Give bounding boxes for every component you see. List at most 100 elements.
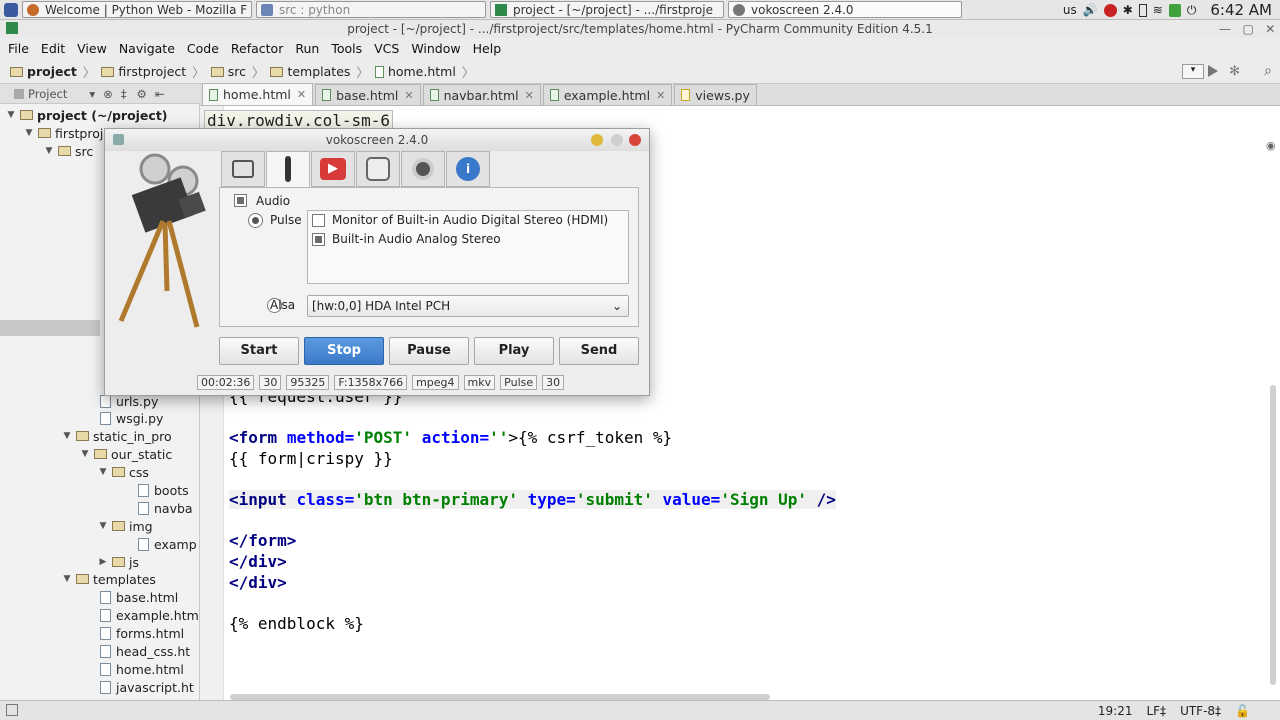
menu-refactor[interactable]: Refactor — [231, 41, 283, 56]
breadcrumb-item[interactable]: home.html 〉 — [374, 62, 474, 81]
tree-item[interactable]: home.html — [100, 660, 184, 678]
send-button[interactable]: Send — [559, 337, 639, 365]
tab-home-html[interactable]: home.html ✕ — [202, 83, 314, 105]
tree-item[interactable]: examp — [138, 535, 197, 553]
tree-item[interactable]: ▼ templates — [62, 570, 156, 588]
tab-about[interactable]: i — [446, 151, 490, 187]
start-button[interactable]: Start — [219, 337, 299, 365]
menu-view[interactable]: View — [77, 41, 107, 56]
line-separator[interactable]: LF‡ — [1146, 704, 1166, 718]
menu-help[interactable]: Help — [473, 41, 502, 56]
menu-edit[interactable]: Edit — [41, 41, 65, 56]
tree-item[interactable]: forms.html — [100, 624, 184, 642]
tree-item[interactable]: navba — [138, 499, 193, 517]
tab-audio[interactable] — [266, 151, 310, 187]
pause-button[interactable]: Pause — [389, 337, 469, 365]
chevron-down-icon[interactable]: ▼ — [80, 449, 90, 459]
run-config-dropdown[interactable]: ▾ — [1182, 64, 1204, 79]
chevron-down-icon[interactable]: ▼ — [62, 431, 72, 441]
pulse-radio[interactable] — [248, 213, 263, 228]
tree-item[interactable]: ▼ static_in_pro — [62, 427, 172, 445]
eye-icon[interactable]: ◉ — [1266, 139, 1276, 152]
device-checkbox[interactable] — [312, 233, 325, 246]
minimize-button[interactable] — [591, 134, 603, 146]
tab-navbar-html[interactable]: navbar.html ✕ — [422, 84, 541, 105]
task-src[interactable]: src : python — [256, 1, 486, 18]
debug-icon[interactable]: ✻ — [1229, 64, 1240, 79]
chevron-down-icon[interactable]: ▼ — [6, 110, 16, 120]
tree-item[interactable]: ▼ src — [44, 142, 94, 160]
shield-icon[interactable] — [1168, 3, 1181, 17]
menu-code[interactable]: Code — [187, 41, 219, 56]
play-button[interactable]: Play — [474, 337, 554, 365]
alsa-device-select[interactable]: [hw:0,0] HDA Intel PCH ⌄ — [307, 295, 629, 317]
bluetooth-icon[interactable]: ✱ — [1123, 3, 1133, 17]
stop-button[interactable]: Stop — [304, 337, 384, 365]
tab-example-html[interactable]: example.html ✕ — [542, 84, 673, 105]
breadcrumb-item[interactable]: templates 〉 — [270, 62, 369, 81]
tree-item[interactable]: ▶ js — [98, 553, 139, 571]
task-vokoscreen[interactable]: vokoscreen 2.4.0 — [728, 1, 962, 18]
vertical-scrollbar[interactable] — [1270, 385, 1276, 685]
tree-item[interactable]: wsgi.py — [100, 409, 163, 427]
breadcrumb-item[interactable]: firstproject 〉 — [101, 62, 205, 81]
close-button[interactable] — [629, 134, 641, 146]
menu-window[interactable]: Window — [411, 41, 460, 56]
project-panel-title[interactable]: Project — [28, 87, 67, 101]
tree-item[interactable]: ▼ project (~/project) — [6, 106, 168, 124]
hide-icon[interactable]: ⇤ — [155, 87, 165, 101]
menu-vcs[interactable]: VCS — [374, 41, 399, 56]
task-firefox[interactable]: Welcome | Python Web - Mozilla F — [22, 1, 252, 18]
tab-screen[interactable] — [221, 151, 265, 187]
chevron-down-icon[interactable]: ▼ — [44, 146, 54, 156]
close-icon[interactable]: ✕ — [656, 89, 665, 102]
battery-icon[interactable] — [1138, 3, 1147, 17]
clock[interactable]: 6:42 AM — [1210, 1, 1272, 19]
breadcrumb-item[interactable]: src 〉 — [210, 62, 264, 81]
tab-webcam[interactable] — [401, 151, 445, 187]
tool-windows-icon[interactable] — [6, 704, 18, 716]
record-indicator-icon[interactable] — [1103, 3, 1117, 17]
menu-file[interactable]: File — [8, 41, 29, 56]
power-icon[interactable]: ⏻ — [1187, 3, 1197, 18]
tree-item[interactable]: head_css.ht — [100, 642, 190, 660]
close-icon[interactable]: ✕ — [525, 89, 534, 102]
cursor-position[interactable]: 19:21 — [1098, 704, 1133, 718]
audio-checkbox[interactable] — [234, 194, 247, 207]
gear-icon[interactable]: ⚙ — [137, 87, 147, 101]
tree-item[interactable]: boots — [138, 481, 189, 499]
tree-item[interactable]: javascript.ht — [100, 678, 194, 696]
tree-item[interactable]: example.htm — [100, 606, 199, 624]
tab-video[interactable]: ▶ — [311, 151, 355, 187]
lock-icon[interactable]: 🔓 — [1235, 704, 1250, 718]
tab-views-py[interactable]: views.py — [674, 84, 757, 105]
volume-icon[interactable]: 🔊 — [1083, 3, 1098, 17]
minimize-icon[interactable]: — — [1219, 22, 1231, 36]
chevron-down-icon[interactable]: ▼ — [24, 128, 34, 138]
run-icon[interactable] — [1208, 65, 1218, 77]
close-icon[interactable]: ✕ — [404, 89, 413, 102]
tree-item[interactable]: ▼ img — [98, 517, 153, 535]
chevron-right-icon[interactable]: ▶ — [98, 557, 108, 567]
breadcrumb-item[interactable]: project 〉 — [10, 62, 95, 81]
tree-item[interactable]: base.html — [100, 588, 178, 606]
tab-base-html[interactable]: base.html ✕ — [315, 84, 421, 105]
menu-run[interactable]: Run — [295, 41, 319, 56]
tree-item[interactable]: ▼ our_static — [80, 445, 173, 463]
wifi-icon[interactable]: ≋ — [1153, 3, 1163, 17]
search-icon[interactable]: ⌕ — [1264, 63, 1272, 79]
chevron-down-icon[interactable]: ▾ — [89, 87, 95, 101]
menu-navigate[interactable]: Navigate — [119, 41, 175, 56]
menu-tools[interactable]: Tools — [331, 41, 362, 56]
chevron-down-icon[interactable]: ▼ — [98, 467, 108, 477]
maximize-button[interactable] — [611, 134, 623, 146]
keyboard-layout[interactable]: us — [1063, 3, 1077, 17]
file-encoding[interactable]: UTF-8‡ — [1180, 704, 1221, 718]
chevron-down-icon[interactable]: ▼ — [98, 521, 108, 531]
maximize-icon[interactable]: ▢ — [1242, 22, 1253, 36]
tree-item[interactable]: ▼ css — [98, 463, 149, 481]
sync-icon[interactable]: ⊗ — [103, 87, 113, 101]
close-icon[interactable]: ✕ — [297, 88, 306, 101]
task-pycharm[interactable]: project - [~/project] - .../firstproje — [490, 1, 724, 18]
collapse-icon[interactable]: ‡ — [121, 87, 127, 101]
